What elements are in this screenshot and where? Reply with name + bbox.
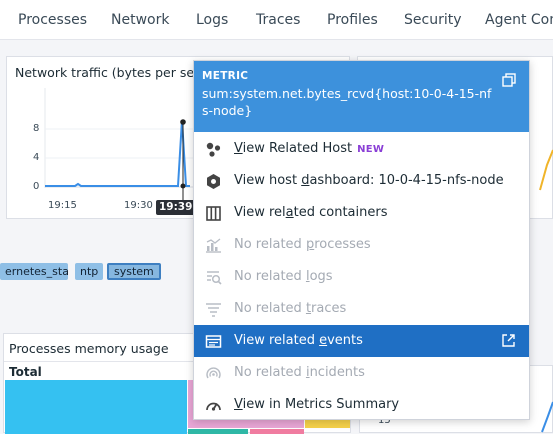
copy-icon[interactable]	[502, 73, 516, 87]
menu-item-related-events[interactable]: View related events	[194, 325, 529, 357]
logs-icon	[207, 271, 222, 285]
external-link-icon[interactable]	[501, 333, 516, 348]
hover-point	[180, 119, 186, 125]
menu-item-related-logs: No related logs	[194, 261, 529, 293]
menu-item-related-containers[interactable]: View related containers	[194, 197, 529, 229]
x-tick-label: 19:15	[48, 200, 77, 211]
right-bottom-series	[541, 401, 553, 433]
treemap-cell[interactable]	[250, 429, 304, 434]
hover-point-base	[180, 183, 186, 189]
y-tick-label: 8	[33, 123, 40, 134]
metric-query: sum:system.net.bytes_rcvd{host:10-0-4-15…	[202, 86, 492, 118]
host-dashboard-icon	[207, 174, 220, 189]
x-tick-label: 19:30	[124, 200, 153, 211]
tag-ntp[interactable]: ntp	[75, 263, 104, 280]
menu-item-related-incidents: No related incidents	[194, 357, 529, 389]
y-tick-label: 0	[33, 181, 40, 192]
tag-kubernetes-state[interactable]: ernetes_state	[0, 263, 68, 280]
menu-kicker: METRIC	[202, 70, 249, 82]
events-icon	[205, 335, 222, 348]
series-line	[45, 119, 190, 187]
treemap-cell[interactable]	[5, 380, 187, 434]
metrics-summary-icon	[206, 402, 221, 411]
right-series-line	[539, 149, 553, 191]
menu-item-label: View related containers	[234, 205, 388, 220]
panel-title: Processes memory usage	[9, 341, 169, 356]
menu-item-label: View Related Host NEW	[234, 141, 385, 156]
traces-icon	[206, 303, 221, 317]
y-tick-label: 4	[33, 152, 40, 163]
menu-item-label: View in Metrics Summary	[234, 397, 400, 412]
incidents-icon	[206, 367, 221, 379]
tag-system[interactable]: system	[107, 263, 161, 280]
metric-context-menu: METRIC sum:system.net.bytes_rcvd{host:10…	[193, 60, 530, 420]
menu-item-label: No related traces	[234, 301, 347, 316]
menu-item-label: View related events	[234, 333, 363, 348]
menu-item-related-host[interactable]: View Related Host NEW	[194, 133, 529, 165]
processes-icon	[206, 238, 221, 253]
menu-item-label: View host dashboard: 10-0-4-15-nfs-node	[234, 173, 504, 188]
new-badge: NEW	[357, 144, 385, 155]
menu-item-host-dashboard[interactable]: View host dashboard: 10-0-4-15-nfs-node	[194, 165, 529, 197]
related-host-icon	[206, 142, 221, 157]
treemap-total-label: Total	[9, 365, 42, 379]
menu-item-metrics-summary[interactable]: View in Metrics Summary	[194, 389, 529, 421]
menu-item-label: No related incidents	[234, 365, 365, 380]
menu-header: METRIC sum:system.net.bytes_rcvd{host:10…	[194, 61, 529, 132]
menu-item-related-processes: No related processes	[194, 229, 529, 261]
treemap-cell[interactable]	[188, 429, 248, 434]
menu-item-related-traces: No related traces	[194, 293, 529, 325]
menu-item-label: No related processes	[234, 237, 371, 252]
menu-item-label: No related logs	[234, 269, 333, 284]
containers-icon	[206, 206, 221, 221]
